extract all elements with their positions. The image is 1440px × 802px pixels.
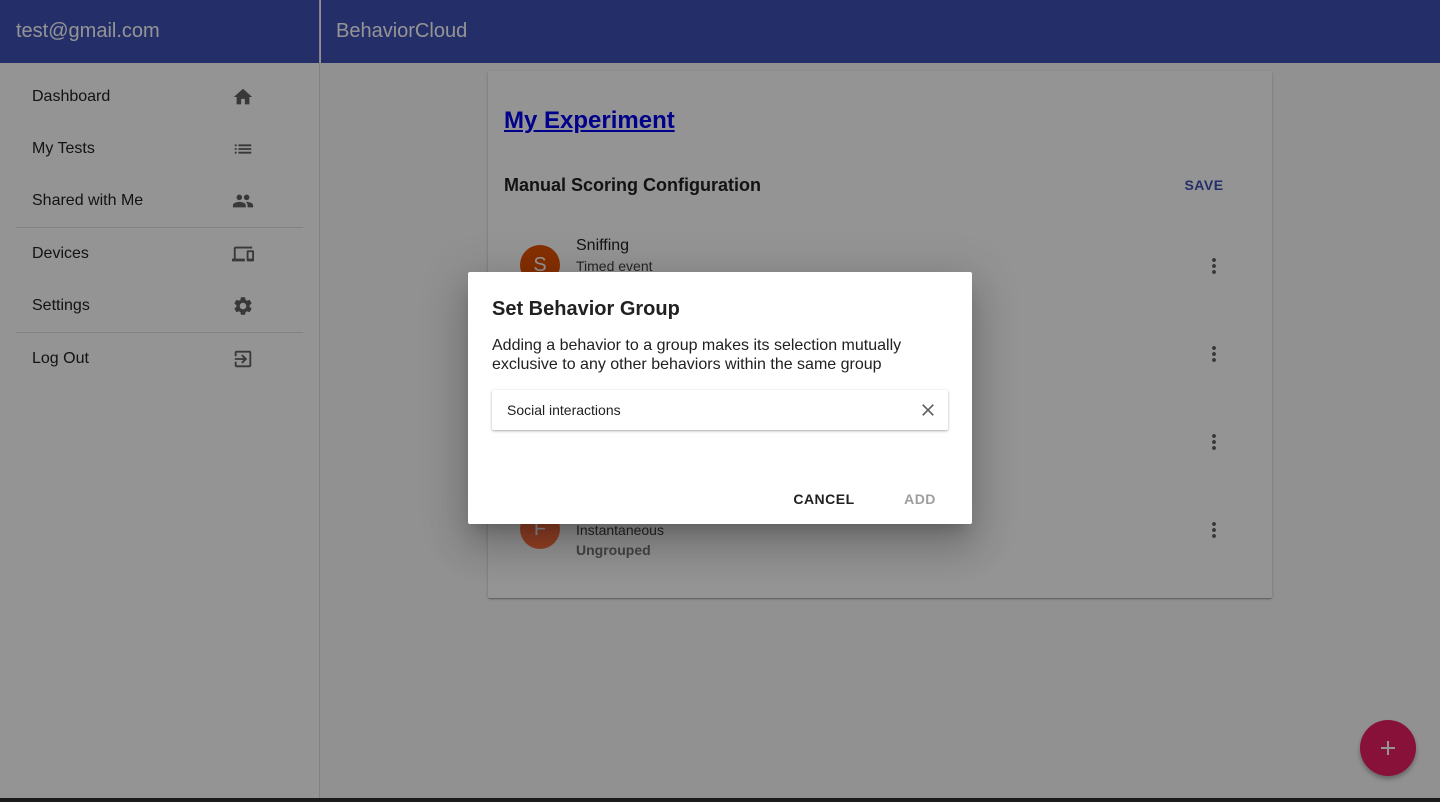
group-autocomplete <box>492 390 948 430</box>
add-button[interactable]: ADD <box>888 486 952 512</box>
bottom-edge <box>0 798 1440 802</box>
close-icon <box>922 404 934 416</box>
dialog-description: Adding a behavior to a group makes its s… <box>492 337 902 373</box>
cancel-button[interactable]: CANCEL <box>784 486 864 512</box>
set-behavior-group-dialog: Set Behavior Group Adding a behavior to … <box>468 272 972 524</box>
group-name-input[interactable] <box>492 390 902 430</box>
dialog-title: Set Behavior Group <box>492 298 680 320</box>
clear-input-button[interactable] <box>916 398 940 422</box>
app-root: test@gmail.com Dashboard My Tests Shared… <box>0 0 1440 798</box>
